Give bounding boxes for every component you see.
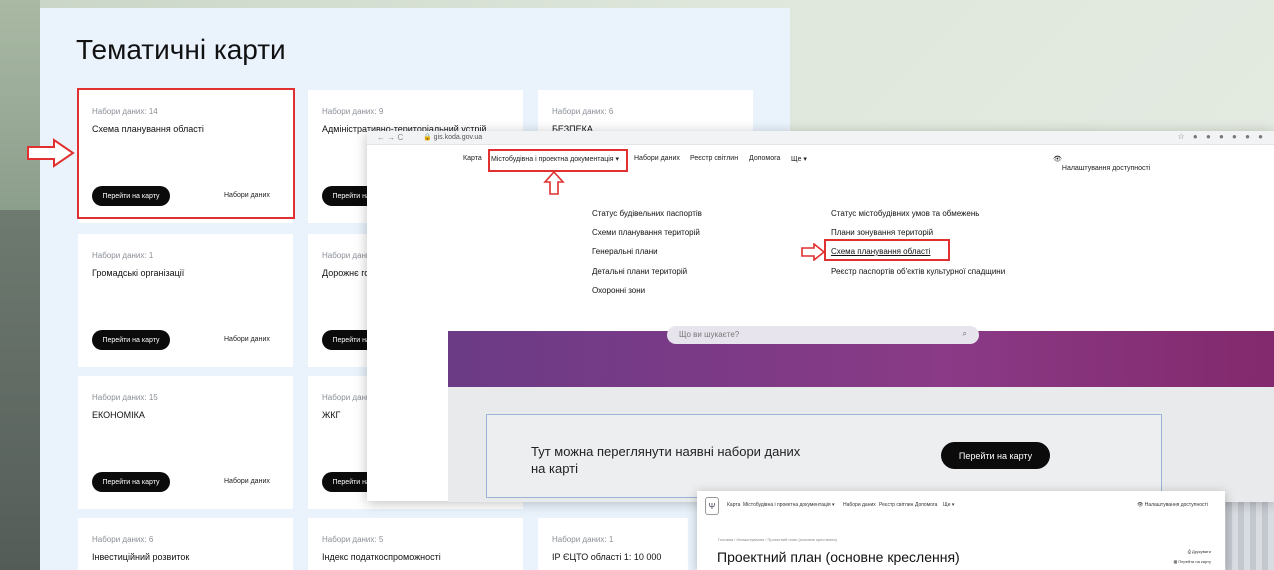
search-icon[interactable]: ⌕ — [963, 329, 967, 339]
arrow-right-icon — [27, 138, 75, 168]
background-left — [0, 0, 40, 210]
menu-item-general-plans[interactable]: Генеральні плани — [592, 247, 658, 256]
info-text: Тут можна переглянути наявні набори дани… — [531, 444, 801, 476]
map-card: Набори даних: 5 Індекс податкоспроможнос… — [308, 518, 523, 570]
map-card: Набори даних: 1 ІР ЄЦТО області 1: 10 00… — [538, 518, 688, 570]
nav-more[interactable]: Ще ▾ — [943, 502, 954, 508]
dataset-count: Набори даних: 1 — [92, 251, 154, 260]
dataset-count: Набори даних: 6 — [92, 535, 154, 544]
go-to-map-link[interactable]: ▦ Перейти на карту — [1174, 559, 1211, 564]
project-plan-screenshot: Ψ Карта Містобудівна і проектна документ… — [697, 491, 1225, 570]
map-card: Набори даних: 15 ЕКОНОМІКА Перейти на ка… — [78, 376, 293, 509]
arrow-up-icon — [543, 170, 565, 195]
dataset-count: Набори даних: 15 — [92, 393, 158, 402]
trident-logo-icon[interactable]: Ψ — [705, 497, 719, 515]
card-title: Інвестиційний розвиток — [92, 552, 190, 562]
datasets-link[interactable]: Набори даних — [224, 336, 270, 343]
card-title: Індекс податкоспроможності — [322, 552, 441, 562]
card-title: ЖКГ — [322, 410, 341, 420]
go-to-map-button[interactable]: Перейти на карту — [92, 330, 170, 350]
address-bar[interactable]: 🔒 gis.koda.gov.ua — [423, 133, 482, 141]
nav-more[interactable]: Ще ▾ — [791, 155, 807, 163]
nav-photo-registry[interactable]: Реєстр світлин — [690, 155, 738, 162]
arrow-right-icon — [801, 243, 825, 261]
datasets-link[interactable]: Набори даних — [224, 478, 270, 485]
menu-item-territory-schemes[interactable]: Схеми планування територій — [592, 228, 700, 237]
highlight-box-card — [77, 88, 295, 219]
menu-item-building-passports[interactable]: Статус будівельних паспортів — [592, 209, 702, 218]
menu-item-detailed-plans[interactable]: Детальні плани територій — [592, 267, 687, 276]
nav-photo-registry[interactable]: Реєстр світлин — [879, 502, 913, 508]
nav-help[interactable]: Допомога — [749, 155, 780, 162]
nav-map[interactable]: Карта — [463, 155, 482, 162]
browser-nav-icons[interactable]: ← → C — [377, 133, 403, 142]
dataset-count: Набори даних: 1 — [552, 535, 614, 544]
card-title: ІР ЄЦТО області 1: 10 000 — [552, 552, 662, 562]
dataset-count: Набори даних: 5 — [322, 535, 384, 544]
highlight-box-nav — [488, 149, 628, 172]
background-dark-strip — [0, 210, 40, 570]
extension-icons[interactable]: ☆ ● ● ● ● ● ● — [1178, 132, 1267, 141]
map-card: Набори даних: 6 Інвестиційний розвиток — [78, 518, 293, 570]
go-to-map-button[interactable]: Перейти на карту — [941, 442, 1050, 469]
info-box: Тут можна переглянути наявні набори дани… — [486, 414, 1162, 498]
accessibility-settings[interactable]: 👁 Налаштування доступності — [1053, 155, 1150, 172]
menu-item-heritage-registry[interactable]: Реєстр паспортів об'єктів культурної спа… — [831, 267, 1005, 276]
nav-datasets[interactable]: Набори даних — [843, 502, 876, 508]
dataset-count: Набори даних: 6 — [552, 107, 614, 116]
search-input[interactable]: Що ви шукаєте? ⌕ — [667, 326, 979, 344]
menu-item-urban-conditions[interactable]: Статус містобудівних умов та обмежень — [831, 209, 979, 218]
print-button[interactable]: ⎙ Друкувати — [1188, 549, 1211, 554]
nav-help[interactable]: Допомога — [915, 502, 937, 508]
go-to-map-button[interactable]: Перейти на карту — [92, 472, 170, 492]
dataset-count: Набори даних: 9 — [322, 107, 384, 116]
page-title: Проектний план (основне креслення) — [717, 549, 960, 565]
nav-map[interactable]: Карта — [727, 502, 740, 508]
nav-datasets[interactable]: Набори даних — [634, 155, 680, 162]
card-title: Громадські організації — [92, 268, 185, 278]
menu-item-protected-zones[interactable]: Охоронні зони — [592, 286, 645, 295]
card-title: ЕКОНОМІКА — [92, 410, 145, 420]
breadcrumb[interactable]: Головна / Налаштування / Проектний план … — [718, 537, 837, 542]
accessibility-settings[interactable]: 👁 Налаштування доступності — [1137, 502, 1208, 508]
map-card: Набори даних: 1 Громадські організації П… — [78, 234, 293, 367]
browser-toolbar: ← → C 🔒 gis.koda.gov.ua ☆ ● ● ● ● ● ● — [367, 131, 1274, 145]
nav-urban-docs[interactable]: Містобудівна і проектна документація ▾ — [743, 502, 834, 508]
menu-item-zoning-plans[interactable]: Плани зонування територій — [831, 228, 933, 237]
page-title: Тематичні карти — [76, 34, 286, 65]
highlight-box-menu — [824, 239, 950, 261]
